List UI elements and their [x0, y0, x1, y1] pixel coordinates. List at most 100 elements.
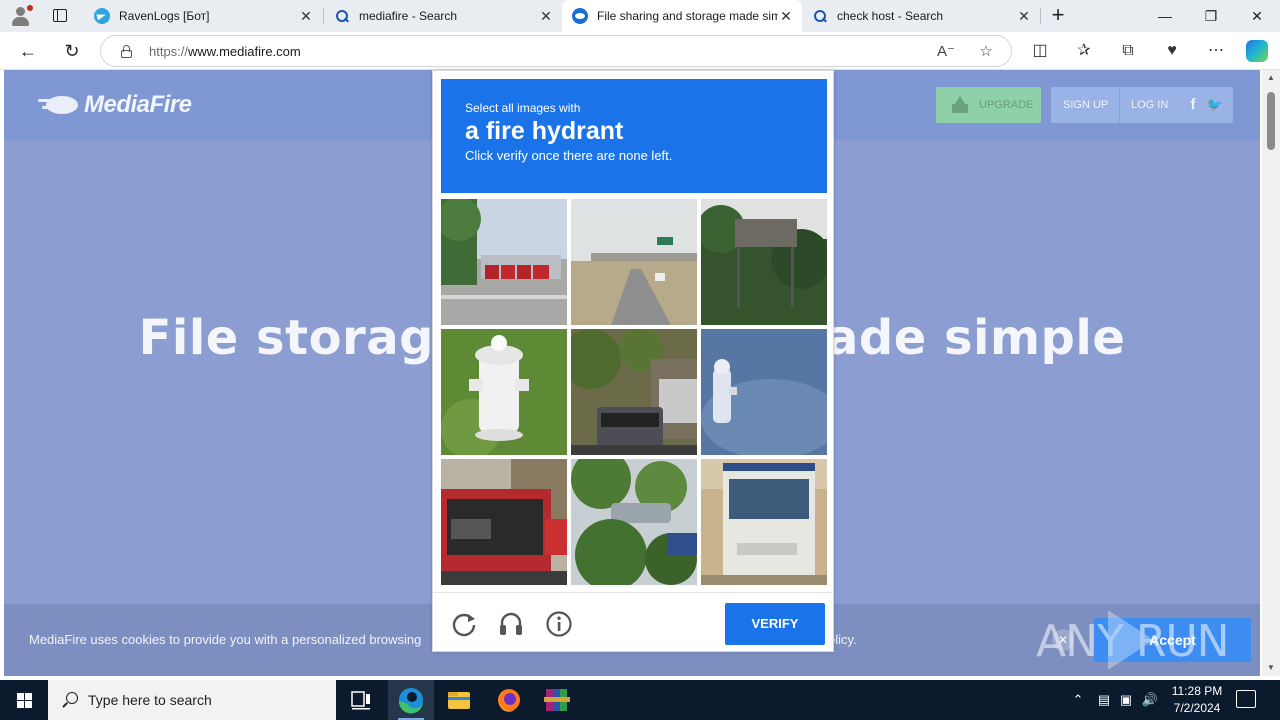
show-hidden-icons-icon[interactable]: ⌃ — [1068, 680, 1088, 720]
anyrun-watermark: ANY RUN — [1036, 608, 1236, 670]
search-icon — [62, 692, 78, 708]
trucks-parking-lot-image — [441, 199, 567, 325]
info-icon[interactable] — [545, 610, 573, 638]
captcha-instruction: Click verify once there are none left. — [465, 148, 673, 163]
split-screen-icon[interactable]: ◫ — [1028, 39, 1052, 63]
windows-taskbar: Type here to search ⌃ ▤ ▣ 🔊 11:28 PM 7/2… — [0, 680, 1280, 720]
captcha-tile[interactable] — [701, 329, 827, 455]
browser-toolbar: ← ↻ https://www.mediafire.com A⁻ ☆ ◫ ✰ ⧉… — [0, 32, 1280, 70]
more-menu-icon[interactable]: ⋯ — [1204, 39, 1228, 63]
captcha-tile[interactable] — [441, 199, 567, 325]
audio-challenge-icon[interactable] — [497, 610, 525, 638]
tab-actions-icon[interactable] — [50, 6, 70, 26]
browser-tab-strip: RavenLogs [Бот] ✕ mediafire - Search ✕ F… — [0, 0, 1280, 32]
system-clock[interactable]: 11:28 PM 7/2/2024 — [1160, 683, 1234, 717]
highway-sign-trees-image — [701, 199, 827, 325]
close-tab-icon[interactable]: ✕ — [778, 8, 794, 25]
mediafire-flame-icon — [38, 94, 80, 116]
close-tab-icon[interactable]: ✕ — [1016, 8, 1032, 25]
scroll-thumb[interactable] — [1267, 92, 1275, 150]
captcha-footer: VERIFY — [433, 592, 833, 652]
network-icon[interactable]: ▣ — [1116, 680, 1136, 720]
captcha-tile[interactable] — [571, 329, 697, 455]
search-icon — [334, 8, 350, 24]
clock-date: 7/2/2024 — [1173, 701, 1221, 715]
upgrade-label: UPGRADE — [979, 99, 1034, 111]
search-placeholder: Type here to search — [88, 692, 212, 708]
captcha-tile[interactable] — [571, 459, 697, 585]
back-arrow-icon[interactable]: ← — [14, 37, 42, 65]
green-bush-car-image — [571, 459, 697, 585]
tab-label: File sharing and storage made sim — [597, 9, 778, 23]
file-explorer-icon[interactable] — [436, 680, 482, 720]
close-tab-icon[interactable]: ✕ — [538, 8, 554, 25]
captcha-tile[interactable] — [571, 199, 697, 325]
captcha-tile[interactable] — [701, 199, 827, 325]
address-bar[interactable]: https://www.mediafire.com A⁻ ☆ — [100, 35, 1012, 67]
captcha-prompt-small: Select all images with — [465, 101, 581, 115]
onedrive-icon[interactable]: ▤ — [1094, 680, 1114, 720]
red-bus-street-image — [441, 459, 567, 585]
mediafire-icon — [572, 8, 588, 24]
new-tab-button[interactable]: + — [1046, 4, 1070, 28]
scroll-down-icon[interactable]: ▼ — [1262, 660, 1280, 676]
collections-icon[interactable]: ⧉ — [1116, 39, 1140, 63]
telegram-icon — [94, 8, 110, 24]
close-window-button[interactable]: ✕ — [1234, 0, 1280, 32]
screen: RavenLogs [Бот] ✕ mediafire - Search ✕ F… — [0, 0, 1280, 720]
tab-ravenlogs[interactable]: RavenLogs [Бот] ✕ — [84, 0, 322, 32]
upgrade-icon — [952, 96, 968, 114]
watermark-text: ANY RUN — [1036, 616, 1230, 667]
read-aloud-icon[interactable]: A⁻ — [935, 41, 957, 63]
search-icon — [812, 8, 828, 24]
refresh-icon[interactable]: ↻ — [58, 37, 86, 65]
captcha-tile[interactable] — [701, 459, 827, 585]
page-scrollbar[interactable]: ▲ ▼ — [1262, 70, 1280, 676]
tab-label: check host - Search — [837, 9, 944, 23]
sign-up-link[interactable]: SIGN UP — [1063, 87, 1108, 123]
taskbar-search-box[interactable]: Type here to search — [48, 680, 336, 720]
logo-text: MediaFire — [84, 91, 192, 118]
minimize-button[interactable]: — — [1142, 0, 1188, 32]
notifications-icon[interactable] — [1236, 690, 1256, 708]
favorites-icon[interactable]: ✰ — [1072, 39, 1096, 63]
refresh-icon[interactable] — [450, 610, 478, 638]
edge-browser-icon[interactable] — [388, 680, 434, 720]
log-in-link[interactable]: LOG IN — [1131, 87, 1168, 123]
upgrade-button[interactable]: UPGRADE — [936, 87, 1041, 123]
scroll-up-icon[interactable]: ▲ — [1262, 70, 1280, 86]
windows-start-icon[interactable] — [0, 680, 48, 720]
verify-button[interactable]: VERIFY — [725, 603, 825, 645]
captcha-target: a fire hydrant — [465, 117, 624, 145]
maximize-button[interactable]: ❐ — [1188, 0, 1234, 32]
winrar-icon[interactable] — [534, 680, 580, 720]
captcha-tile[interactable] — [441, 459, 567, 585]
task-view-icon[interactable] — [338, 680, 384, 720]
tab-check-host-search[interactable]: check host - Search ✕ — [802, 0, 1040, 32]
facebook-icon[interactable]: f — [1184, 96, 1202, 114]
highway-overpass-image — [571, 199, 697, 325]
tab-label: RavenLogs [Бот] — [119, 9, 210, 23]
browser-essentials-icon[interactable]: ♥ — [1160, 39, 1184, 63]
favorite-star-icon[interactable]: ☆ — [975, 41, 997, 63]
hydrant-in-snow-image — [701, 329, 827, 455]
url-text[interactable]: https://www.mediafire.com — [149, 44, 301, 59]
account-links: SIGN UP LOG IN f 🐦 — [1051, 87, 1233, 123]
white-fire-hydrant-grass-image — [441, 329, 567, 455]
tab-mediafire-active[interactable]: File sharing and storage made sim ✕ — [562, 0, 802, 32]
captcha-image-grid — [441, 199, 827, 585]
close-tab-icon[interactable]: ✕ — [298, 8, 314, 25]
profile-icon[interactable] — [8, 4, 34, 28]
firefox-icon[interactable] — [486, 680, 532, 720]
volume-icon[interactable]: 🔊 — [1140, 680, 1160, 720]
street-with-cars-image — [571, 329, 697, 455]
copilot-icon[interactable] — [1246, 40, 1268, 62]
captcha-tile[interactable] — [441, 329, 567, 455]
twitter-icon[interactable]: 🐦 — [1206, 96, 1224, 114]
lock-icon[interactable] — [121, 45, 132, 58]
mediafire-logo[interactable]: MediaFire — [38, 90, 192, 120]
tab-label: mediafire - Search — [359, 9, 458, 23]
captcha-prompt: Select all images with a fire hydrant Cl… — [441, 79, 827, 193]
white-bus-image — [701, 459, 827, 585]
tab-mediafire-search[interactable]: mediafire - Search ✕ — [324, 0, 562, 32]
